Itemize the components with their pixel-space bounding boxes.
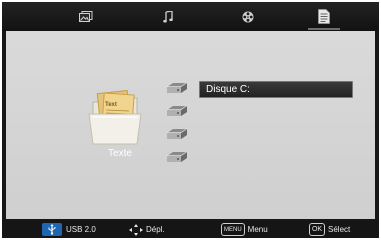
navigation-hint: Dépl.	[129, 221, 165, 238]
tab-photo[interactable]	[66, 2, 106, 31]
drive-label: Disque C:	[206, 84, 250, 95]
drive-icon[interactable]	[165, 104, 189, 118]
tab-movie[interactable]	[228, 2, 268, 31]
film-reel-icon	[242, 11, 254, 22]
drive-icon[interactable]	[165, 150, 189, 164]
usb-status: USB 2.0	[42, 221, 96, 238]
usb-icon	[42, 223, 62, 236]
drive-icon[interactable]	[165, 81, 189, 95]
music-note-icon	[163, 10, 173, 22]
usb-label: USB 2.0	[66, 225, 96, 234]
ok-key-icon: OK	[309, 223, 325, 236]
browser-content-area	[6, 31, 375, 219]
media-player-screen: Text Texte Disque C: USB 2.0 Dépl. MENU …	[0, 0, 381, 240]
text-folder-icon: Text	[85, 84, 149, 148]
menu-hint: MENU Menu	[221, 221, 268, 238]
select-hint: OK Sélect	[309, 221, 350, 238]
direction-pad-icon	[129, 223, 143, 236]
text-document-icon	[318, 9, 330, 24]
drive-icon[interactable]	[165, 127, 189, 141]
tab-text[interactable]	[304, 2, 344, 31]
footer-hint-bar: USB 2.0 Dépl. MENU Menu OK Sélect	[2, 221, 379, 238]
media-tab-bar	[2, 2, 379, 31]
drive-list-item-selected[interactable]: Disque C:	[199, 81, 353, 98]
menu-label: Menu	[247, 225, 268, 234]
folder-tag-text: Text	[105, 102, 117, 108]
navigation-label: Dépl.	[146, 225, 165, 234]
menu-key-icon: MENU	[221, 223, 245, 236]
tab-music[interactable]	[148, 2, 188, 31]
photo-icon	[79, 11, 93, 22]
media-type-label: Texte	[108, 148, 132, 159]
select-label: Sélect	[328, 225, 351, 234]
